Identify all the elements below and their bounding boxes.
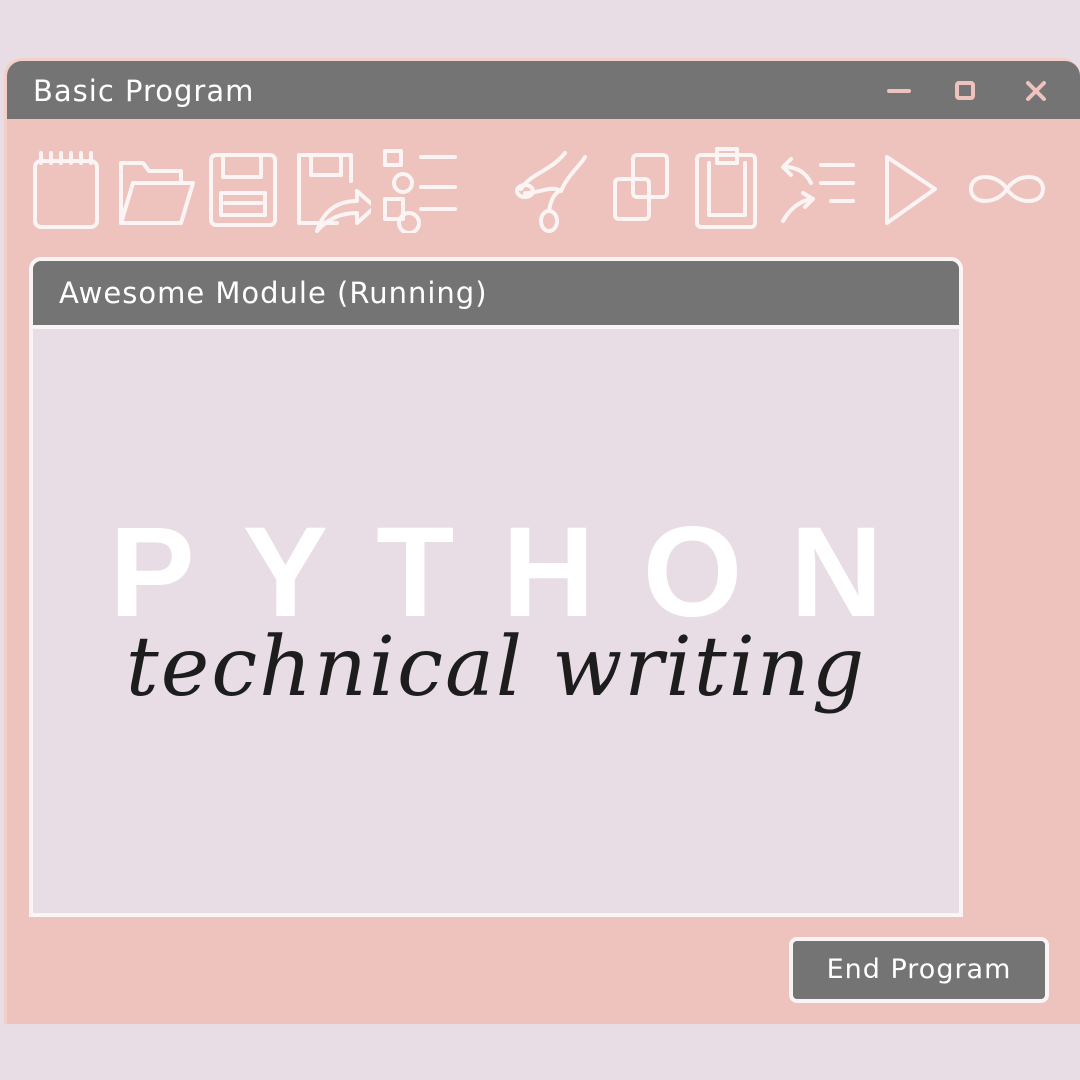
maximize-icon[interactable] <box>949 75 981 107</box>
module-window: Awesome Module (Running) PYTHON technica… <box>29 257 963 917</box>
window-title: Basic Program <box>33 74 255 108</box>
window-titlebar[interactable]: Basic Program <box>7 61 1080 119</box>
swap-list-icon[interactable] <box>775 143 855 233</box>
module-subheading: technical writing <box>125 620 867 715</box>
program-window: Basic Program Awesome Module (Running) P… <box>4 58 1080 1024</box>
open-folder-icon[interactable] <box>115 143 195 233</box>
notepad-icon[interactable] <box>27 143 107 233</box>
end-program-button[interactable]: End Program <box>789 937 1049 1003</box>
save-as-icon[interactable] <box>291 143 371 233</box>
paste-icon[interactable] <box>687 143 767 233</box>
module-title: Awesome Module (Running) <box>59 276 488 310</box>
loop-icon[interactable] <box>967 143 1047 233</box>
play-icon[interactable] <box>873 143 953 233</box>
page: Basic Program Awesome Module (Running) P… <box>0 0 1080 1080</box>
save-icon[interactable] <box>203 143 283 233</box>
minimize-icon[interactable] <box>883 75 915 107</box>
cut-icon[interactable] <box>511 143 591 233</box>
copy-icon[interactable] <box>605 143 685 233</box>
module-heading: PYTHON <box>109 501 931 644</box>
close-icon[interactable] <box>1020 75 1052 107</box>
toolbar <box>27 143 1057 233</box>
shapes-list-icon[interactable] <box>379 143 459 233</box>
module-titlebar[interactable]: Awesome Module (Running) <box>33 261 959 329</box>
